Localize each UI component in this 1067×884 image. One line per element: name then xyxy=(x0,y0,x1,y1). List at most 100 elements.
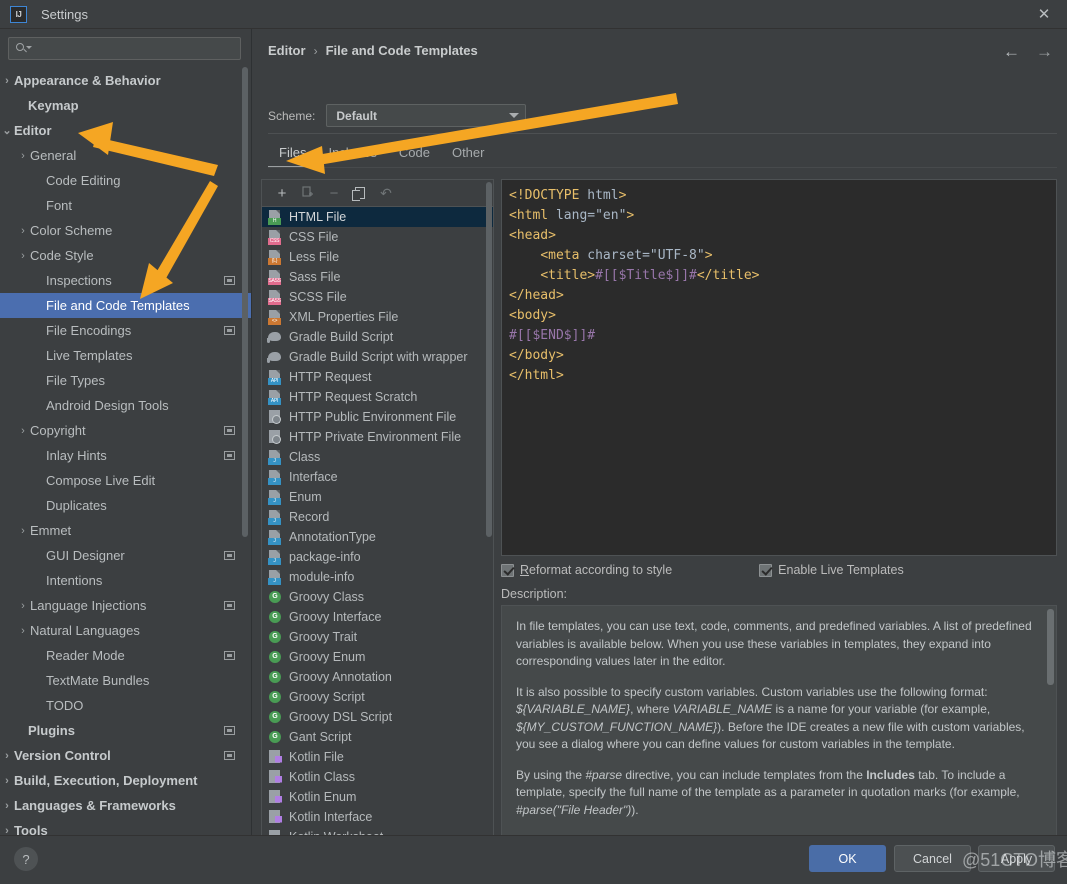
sidebar-item-editor[interactable]: ⌄ Editor xyxy=(0,118,251,143)
template-list-item[interactable]: Jpackage-info xyxy=(262,547,493,567)
template-list-item[interactable]: SASS SCSS File xyxy=(262,287,493,307)
sidebar-item-language-injections[interactable]: › Language Injections xyxy=(0,593,251,618)
template-list-item[interactable]: G Groovy Annotation xyxy=(262,667,493,687)
chevron-right-icon[interactable]: › xyxy=(17,525,29,537)
arrow-right-icon[interactable]: → xyxy=(1036,43,1053,60)
sidebar-item-copyright[interactable]: › Copyright xyxy=(0,418,251,443)
template-list-item[interactable]: Kotlin Enum xyxy=(262,787,493,807)
sidebar-item-inlay-hints[interactable]: Inlay Hints xyxy=(0,443,251,468)
sidebar-item-intentions[interactable]: Intentions xyxy=(0,568,251,593)
template-list-item[interactable]: Jmodule-info xyxy=(262,567,493,587)
sidebar-item-color-scheme[interactable]: › Color Scheme xyxy=(0,218,251,243)
template-list-item[interactable]: API HTTP Request Scratch xyxy=(262,387,493,407)
chevron-right-icon[interactable]: › xyxy=(17,250,29,262)
template-list-item[interactable]: Kotlin File xyxy=(262,747,493,767)
tab-code[interactable]: Code xyxy=(388,141,441,169)
template-editor[interactable]: <!DOCTYPE html> <html lang="en"> <head> <m… xyxy=(501,179,1057,556)
template-list-item[interactable]: Gradle Build Script with wrapper xyxy=(262,347,493,367)
template-code[interactable]: <!DOCTYPE html> <html lang="en"> <head> <m… xyxy=(502,180,1056,386)
tab-includes[interactable]: Includes xyxy=(317,141,387,169)
template-list-item[interactable]: G Groovy Class xyxy=(262,587,493,607)
sidebar-item-todo[interactable]: TODO xyxy=(0,693,251,718)
sidebar-item-general[interactable]: › General xyxy=(0,143,251,168)
remove-template-button[interactable]: − xyxy=(323,183,345,203)
sidebar-item-reader-mode[interactable]: Reader Mode xyxy=(0,643,251,668)
search-input[interactable] xyxy=(31,41,240,56)
sidebar-item-duplicates[interactable]: Duplicates xyxy=(0,493,251,518)
template-list-item[interactable]: Gradle Build Script xyxy=(262,327,493,347)
search-box[interactable] xyxy=(8,37,241,60)
template-list-scrollbar[interactable] xyxy=(486,182,492,537)
template-list-item[interactable]: <> XML Properties File xyxy=(262,307,493,327)
template-list-item[interactable]: HTTP Public Environment File xyxy=(262,407,493,427)
template-list-item[interactable]: G Gant Script xyxy=(262,727,493,747)
copy-template-icon[interactable] xyxy=(297,183,319,203)
template-list-item[interactable]: API HTTP Request xyxy=(262,367,493,387)
template-list-item[interactable]: CSS CSS File xyxy=(262,227,493,247)
template-list-item[interactable]: H HTML File xyxy=(262,207,493,227)
chevron-right-icon[interactable]: › xyxy=(17,225,29,237)
tab-other[interactable]: Other xyxy=(441,141,496,169)
sidebar-item-tools[interactable]: › Tools xyxy=(0,818,251,835)
chevron-right-icon[interactable]: › xyxy=(17,625,29,637)
template-list-item[interactable]: G Groovy Interface xyxy=(262,607,493,627)
sidebar-item-inspections[interactable]: Inspections xyxy=(0,268,251,293)
sidebar-item-file-types[interactable]: File Types xyxy=(0,368,251,393)
sidebar-item-file-encodings[interactable]: File Encodings xyxy=(0,318,251,343)
live-templates-checkbox[interactable]: Enable Live Templates xyxy=(759,563,904,577)
sidebar-item-textmate-bundles[interactable]: TextMate Bundles xyxy=(0,668,251,693)
sidebar-item-compose-live-edit[interactable]: Compose Live Edit xyxy=(0,468,251,493)
template-list-item[interactable]: SASS Sass File xyxy=(262,267,493,287)
template-list-item[interactable]: J AnnotationType xyxy=(262,527,493,547)
template-list-item[interactable]: J Class xyxy=(262,447,493,467)
chevron-right-icon[interactable]: › xyxy=(1,75,13,87)
sidebar-item-gui-designer[interactable]: GUI Designer xyxy=(0,543,251,568)
arrow-left-icon[interactable]: ← xyxy=(1003,43,1020,60)
template-list-item[interactable]: G Groovy DSL Script xyxy=(262,707,493,727)
breadcrumb-parent[interactable]: Editor xyxy=(268,43,306,58)
chevron-down-icon[interactable]: ⌄ xyxy=(1,124,13,137)
template-list-item[interactable]: J Interface xyxy=(262,467,493,487)
template-list-item[interactable]: G Groovy Enum xyxy=(262,647,493,667)
scheme-select[interactable]: Default xyxy=(326,104,527,127)
sidebar-scrollbar[interactable] xyxy=(242,67,248,537)
template-list-item[interactable]: Kotlin Class xyxy=(262,767,493,787)
sidebar-item-android-design-tools[interactable]: Android Design Tools xyxy=(0,393,251,418)
chevron-right-icon[interactable]: › xyxy=(1,800,13,812)
chevron-right-icon[interactable]: › xyxy=(1,775,13,787)
template-list-item[interactable]: {L} Less File xyxy=(262,247,493,267)
sidebar-item-version-control[interactable]: › Version Control xyxy=(0,743,251,768)
duplicate-icon[interactable] xyxy=(349,183,371,203)
template-list-item[interactable]: Kotlin Interface xyxy=(262,807,493,827)
template-list-item[interactable]: J Enum xyxy=(262,487,493,507)
description-scrollbar[interactable] xyxy=(1047,609,1054,685)
apply-button[interactable]: Apply xyxy=(978,845,1055,872)
chevron-right-icon[interactable]: › xyxy=(1,750,13,762)
close-icon[interactable]: ✕ xyxy=(1021,0,1067,28)
chevron-right-icon[interactable]: › xyxy=(17,425,29,437)
add-template-button[interactable]: + xyxy=(271,183,293,203)
cancel-button[interactable]: Cancel xyxy=(894,845,971,872)
sidebar-item-languages-frameworks[interactable]: › Languages & Frameworks xyxy=(0,793,251,818)
sidebar-item-build-execution-deployment[interactable]: › Build, Execution, Deployment xyxy=(0,768,251,793)
chevron-right-icon[interactable]: › xyxy=(17,150,29,162)
undo-icon[interactable]: ↶ xyxy=(375,183,397,203)
template-list-item[interactable]: G Groovy Script xyxy=(262,687,493,707)
help-button[interactable]: ? xyxy=(14,847,38,871)
reformat-checkbox[interactable]: Reformat according to style xyxy=(501,563,672,577)
sidebar-item-code-style[interactable]: › Code Style xyxy=(0,243,251,268)
sidebar-item-font[interactable]: Font xyxy=(0,193,251,218)
ok-button[interactable]: OK xyxy=(809,845,886,872)
sidebar-item-keymap[interactable]: Keymap xyxy=(0,93,251,118)
chevron-right-icon[interactable]: › xyxy=(17,600,29,612)
template-list-item[interactable]: G Groovy Trait xyxy=(262,627,493,647)
sidebar-item-emmet[interactable]: › Emmet xyxy=(0,518,251,543)
sidebar-item-appearance-behavior[interactable]: › Appearance & Behavior xyxy=(0,68,251,93)
sidebar-item-live-templates[interactable]: Live Templates xyxy=(0,343,251,368)
template-list-item[interactable]: HTTP Private Environment File xyxy=(262,427,493,447)
tab-files[interactable]: Files xyxy=(268,141,317,169)
chevron-right-icon[interactable]: › xyxy=(1,825,13,836)
sidebar-item-natural-languages[interactable]: › Natural Languages xyxy=(0,618,251,643)
sidebar-item-file-and-code-templates[interactable]: File and Code Templates xyxy=(0,293,251,318)
sidebar-item-code-editing[interactable]: Code Editing xyxy=(0,168,251,193)
